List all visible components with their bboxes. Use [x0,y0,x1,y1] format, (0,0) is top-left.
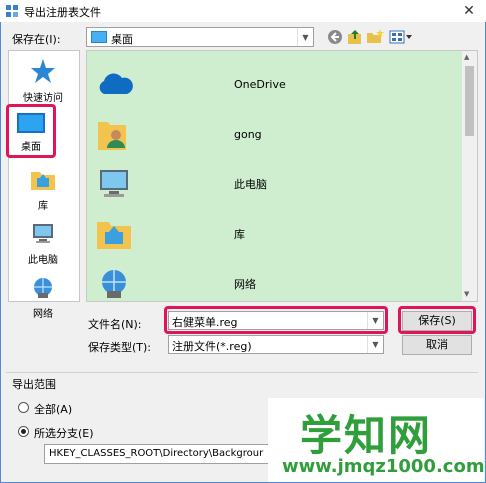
list-item-this-pc[interactable]: 此电脑 [96,164,456,204]
up-folder-icon[interactable] [346,28,364,46]
place-this-pc[interactable]: 此电脑 [8,222,78,266]
scroll-up-icon[interactable]: ▲ [464,53,469,61]
filename-label: 文件名(N): [88,318,142,331]
place-label: 快速访问 [23,93,63,104]
network-icon [102,270,126,298]
filename-input[interactable]: 右健菜单.reg ▼ [168,311,384,330]
radio-selected-dot [21,429,26,434]
radio-all-label[interactable]: 全部(A) [34,401,72,417]
filename-value: 右健菜单.reg [172,316,238,329]
branch-path-value: HKEY_CLASSES_ROOT\Directory\Backgrour [49,448,264,459]
list-item-library[interactable]: 库 [96,214,456,254]
export-range-title: 导出范围 [12,378,56,391]
filetype-label: 保存类型(T): [88,341,152,354]
cancel-button[interactable]: 取消 [402,335,472,355]
new-folder-icon[interactable] [366,28,384,46]
radio-all[interactable] [18,402,29,413]
view-menu-icon[interactable] [388,28,414,46]
list-item-gong[interactable]: gong [96,114,456,154]
scrollbar-thumb[interactable] [465,66,474,136]
place-quick-access[interactable]: 快速访问 [8,58,78,104]
list-item-onedrive[interactable]: OneDrive [96,64,456,104]
filetype-value: 注册文件(*.reg) [172,340,252,353]
radio-selected-branch[interactable] [18,426,29,437]
back-icon[interactable] [326,28,344,46]
user-folder-icon [98,122,126,150]
desktop-icon [17,113,45,133]
chevron-down-icon: ▼ [367,336,383,353]
item-label: 此电脑 [234,178,267,191]
filetype-select[interactable]: 注册文件(*.reg) ▼ [168,335,384,354]
item-label: 库 [234,228,245,241]
branch-path-input[interactable]: HKEY_CLASSES_ROOT\Directory\Backgrour [44,444,270,464]
scroll-down-icon[interactable]: ▼ [464,290,469,298]
watermark-title: 学知网 [300,411,433,460]
computer-icon [100,170,128,197]
save-in-value: 桌面 [111,33,133,46]
place-network[interactable]: 网络 [8,276,78,320]
save-button[interactable]: 保存(S) [402,311,472,331]
item-label: 网络 [234,278,256,291]
library-icon [97,222,131,249]
item-label: gong [234,127,262,141]
place-label: 桌面 [21,142,41,153]
list-item-network[interactable]: 网络 [96,264,456,304]
radio-branch-label[interactable]: 所选分支(E) [34,425,94,441]
library-icon [31,172,55,190]
watermark-url: www.jmqz1000.com [282,456,485,477]
save-in-combo[interactable]: 桌面 ▼ [86,27,314,47]
onedrive-icon [99,73,133,94]
place-label: 网络 [33,309,53,320]
network-icon [34,278,52,298]
item-label: OneDrive [234,77,286,91]
place-library[interactable]: 库 [8,168,78,212]
chevron-down-icon: ▼ [367,312,383,329]
star-icon [31,59,55,83]
registry-editor-icon [6,5,18,17]
save-in-label: 保存在(I): [12,33,61,46]
place-label: 此电脑 [28,255,58,266]
desktop-small-icon [91,31,107,43]
close-button[interactable]: ✕ [458,2,480,20]
place-desktop[interactable]: 桌面 [8,113,54,153]
window-title: 导出注册表文件 [24,6,101,19]
chevron-down-icon: ▼ [297,28,313,46]
computer-icon [33,224,53,243]
place-label: 库 [38,201,48,212]
